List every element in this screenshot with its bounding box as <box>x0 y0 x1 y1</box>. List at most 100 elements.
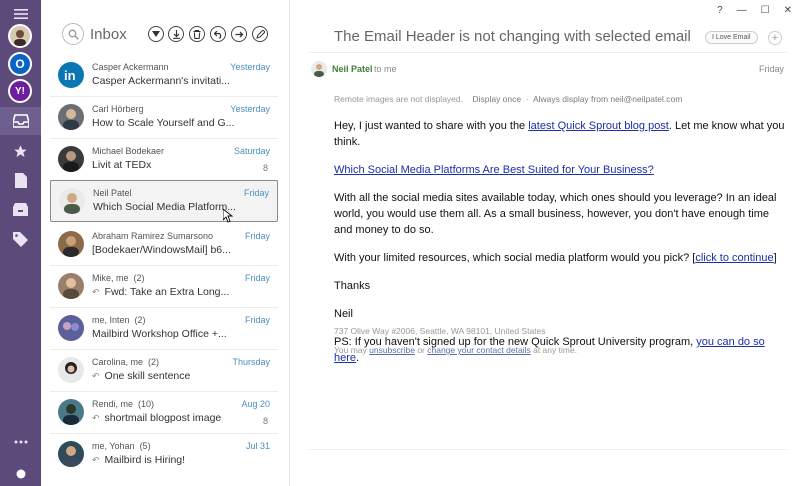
outlook-account-button[interactable]: O <box>8 52 32 76</box>
article-title-link[interactable]: Which Social Media Platforms Are Best Su… <box>334 164 654 176</box>
reply-icon <box>213 30 221 39</box>
message-item[interactable]: Carolina, me (2) Thursday ↶ One skill sen… <box>50 350 278 392</box>
delete-icon <box>193 29 201 39</box>
thread-count: 8 <box>262 163 268 173</box>
email-body: Hey, I just wanted to share with you the… <box>334 118 786 378</box>
remote-images-notice: Remote images are not displayed. Display… <box>334 94 683 104</box>
yahoo-icon: Y! <box>15 85 25 97</box>
message-item[interactable]: Michael Bodekaer Saturday Livit at TEDx … <box>50 139 278 181</box>
document-icon <box>14 172 27 188</box>
message-subject: Casper Ackermann's invitati... <box>92 75 230 87</box>
help-button[interactable]: ? <box>717 5 723 16</box>
body-paragraph: Thanks <box>334 280 371 292</box>
avatar <box>58 146 84 172</box>
message-item[interactable]: Abraham Ramirez Sumarsono Friday [Bodeka… <box>50 224 278 266</box>
nav-starred[interactable] <box>0 137 41 165</box>
change-details-link[interactable]: change your contact details <box>427 345 530 355</box>
search-button[interactable] <box>62 23 84 45</box>
blog-post-link[interactable]: latest Quick Sprout blog post <box>528 120 669 132</box>
download-icon <box>172 29 180 39</box>
message-sender: Neil Patel <box>93 188 132 198</box>
message-sender: Carolina, me (2) <box>92 357 160 367</box>
message-list-pane: Inbox in Casper Ackermann Yesterday Casp… <box>41 0 290 486</box>
display-once-link[interactable]: Display once <box>472 94 521 104</box>
message-item[interactable]: Carl Hörberg Yesterday How to Scale Your… <box>50 97 278 139</box>
avatar <box>58 357 84 383</box>
maximize-button[interactable]: ☐ <box>761 5 770 16</box>
nav-labels[interactable] <box>0 225 41 253</box>
nav-drafts[interactable] <box>0 166 41 194</box>
reply-button[interactable] <box>210 26 226 42</box>
replied-icon: ↶ <box>92 371 100 381</box>
message-item-selected[interactable]: Neil Patel Friday Which Social Media Pla… <box>50 180 278 223</box>
avatar: in <box>58 62 84 88</box>
folder-title: Inbox <box>90 26 127 43</box>
message-date: Friday <box>244 231 270 241</box>
message-sender: Rendi, me (10) <box>92 399 155 409</box>
message-item[interactable]: in Casper Ackermann Yesterday Casper Ack… <box>50 55 278 97</box>
message-item[interactable]: Rendi, me (10) Aug 20 ↶ shortmail blogpos… <box>50 392 278 434</box>
outlook-icon: O <box>15 57 25 71</box>
label-tag[interactable]: I Love Email <box>705 31 758 44</box>
replied-icon: ↶ <box>92 287 100 297</box>
message-sender: me, Yohan (5) <box>92 441 151 451</box>
reading-pane-divider <box>309 449 787 450</box>
message-subject: Mailbird Workshop Office +... <box>92 328 227 340</box>
delete-button[interactable] <box>189 26 205 42</box>
nav-archive[interactable] <box>0 195 41 223</box>
message-date: Yesterday <box>230 62 270 72</box>
hamburger-icon <box>13 9 28 19</box>
close-button[interactable]: ✕ <box>784 5 792 16</box>
message-subject: How to Scale Yourself and G... <box>92 117 235 129</box>
thread-count: 8 <box>262 416 268 426</box>
search-icon <box>68 29 79 40</box>
unsubscribe-link[interactable]: unsubscribe <box>369 345 415 355</box>
message-sender: Abraham Ramirez Sumarsono <box>92 231 214 241</box>
archive-icon <box>13 202 28 216</box>
select-dropdown-button[interactable] <box>148 26 164 42</box>
avatar <box>59 188 85 214</box>
svg-text:in: in <box>64 68 76 83</box>
message-date: Friday <box>243 188 269 198</box>
message-subject: ↶ Fwd: Take an Extra Long... <box>92 286 230 298</box>
message-date: Saturday <box>233 146 270 156</box>
status-button[interactable] <box>0 460 41 486</box>
reading-pane: ? — ☐ ✕ The Email Header is not changing… <box>291 0 800 486</box>
forward-button[interactable] <box>231 26 247 42</box>
linkedin-icon: in <box>64 68 76 83</box>
account-avatar-main[interactable] <box>8 24 32 48</box>
body-paragraph: Neil <box>334 308 353 320</box>
footer-address: 737 Olive Way #2006, Seattle, WA 98101, … <box>334 326 546 336</box>
app-sidebar: O Y! <box>0 0 41 486</box>
status-icon <box>16 469 25 479</box>
body-paragraph: Which Social Media Platforms Are Best Su… <box>334 162 786 178</box>
yahoo-account-button[interactable]: Y! <box>8 79 32 103</box>
message-date: Friday <box>244 273 270 283</box>
message-subject: ↶ Mailbird is Hiring! <box>92 454 186 466</box>
message-subject: ↶ One skill sentence <box>92 370 191 382</box>
dropdown-icon <box>152 31 160 37</box>
footer-unsubscribe: You may unsubscribe or change your conta… <box>334 345 578 355</box>
add-label-button[interactable]: + <box>768 31 782 45</box>
sender-avatar <box>311 61 327 77</box>
more-button[interactable] <box>0 428 41 456</box>
message-item[interactable]: me, Yohan (5) Jul 31 ↶ Mailbird is Hiring… <box>50 434 278 476</box>
compose-icon <box>255 29 265 39</box>
sender-name[interactable]: Neil Patel <box>332 64 373 74</box>
always-display-link[interactable]: Always display from neil@neilpatel.com <box>533 94 682 104</box>
download-button[interactable] <box>168 26 184 42</box>
compose-button[interactable] <box>252 26 268 42</box>
message-item[interactable]: me, Inten (2) Friday Mailbird Workshop O… <box>50 308 278 350</box>
message-item[interactable]: Mike, me (2) Friday ↶ Fwd: Take an Extra … <box>50 266 278 308</box>
list-header: Inbox <box>41 0 290 60</box>
body-paragraph: With your limited resources, which socia… <box>334 252 777 264</box>
click-to-continue-link[interactable]: click to continue <box>695 252 773 264</box>
nav-inbox[interactable] <box>0 107 41 135</box>
avatar <box>58 315 84 341</box>
message-date: Jul 31 <box>245 441 270 451</box>
plus-icon: + <box>771 32 779 44</box>
body-paragraph: Hey, I just wanted to share with you the… <box>334 120 785 148</box>
more-icon <box>14 440 27 444</box>
minimize-button[interactable]: — <box>737 5 747 16</box>
message-sender: Carl Hörberg <box>92 104 144 114</box>
